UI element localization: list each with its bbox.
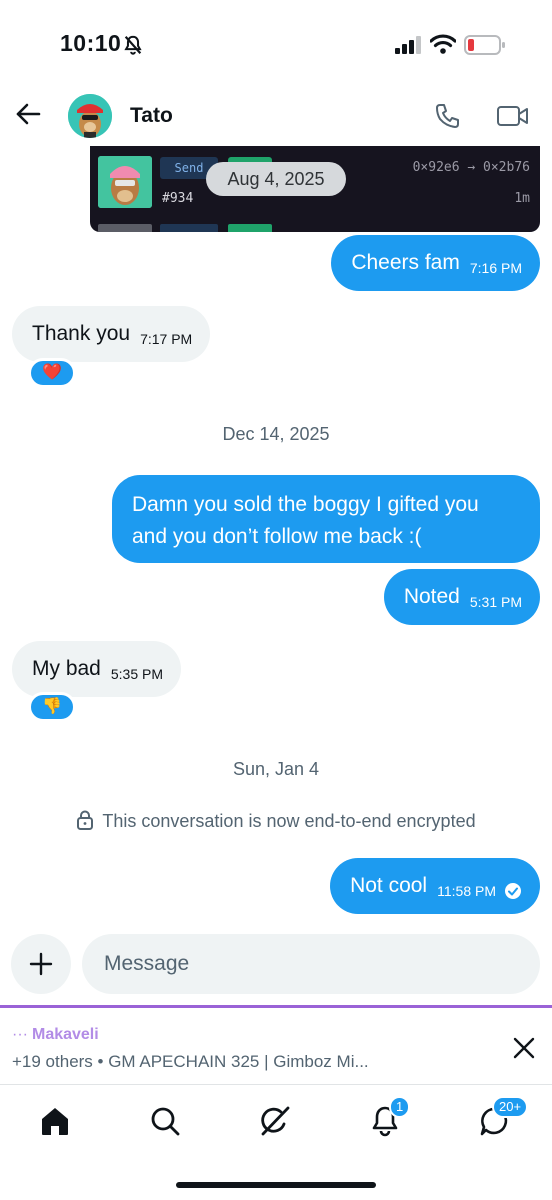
message-time: 5:35 PM	[110, 666, 164, 682]
bottom-navigation: 1 20+	[0, 1086, 552, 1200]
status-time: 10:10	[60, 30, 122, 56]
search-icon[interactable]	[148, 1104, 182, 1138]
contact-name[interactable]: Tato	[130, 104, 173, 128]
nft-transfer-addresses: 0×92e6 → 0×2b76	[412, 160, 530, 175]
outgoing-message[interactable]: Not cool 11:58 PM	[330, 858, 540, 914]
message-text-line: and you don’t follow me back :(	[132, 525, 422, 548]
read-check-icon	[505, 883, 521, 899]
notifications-badge: 1	[389, 1096, 411, 1118]
message-time: 7:17 PM	[140, 331, 193, 347]
thumbs-down-reaction[interactable]: 👎	[28, 692, 76, 722]
nft-token-id: #934	[162, 191, 194, 206]
message-text: My bad	[32, 657, 101, 680]
conversation-thread[interactable]: Send #934 0×92e6 → 0×2b76 1m Aug 4, 2025…	[0, 144, 552, 930]
battery-low-icon	[464, 35, 505, 55]
add-attachment-button[interactable]	[11, 934, 71, 994]
encryption-notice: This conversation is now end-to-end encr…	[0, 810, 552, 832]
home-icon[interactable]	[38, 1104, 72, 1138]
outgoing-message[interactable]: Cheers fam 7:16 PM	[331, 235, 540, 291]
incoming-message[interactable]: My bad 5:35 PM	[12, 641, 182, 697]
notification-prefix: ···	[12, 1026, 28, 1043]
encryption-notice-text: This conversation is now end-to-end encr…	[102, 811, 476, 831]
phone-icon[interactable]	[434, 102, 462, 130]
message-time: 5:31 PM	[469, 594, 522, 610]
incoming-message[interactable]: Thank you 7:17 PM	[12, 306, 211, 362]
plus-icon	[29, 952, 53, 976]
message-text: Not cool	[350, 874, 428, 897]
home-indicator	[176, 1182, 376, 1188]
date-separator: Dec 14, 2025	[222, 424, 330, 444]
message-input[interactable]	[82, 934, 540, 994]
nft-thumbnail	[98, 156, 152, 208]
date-separator: Sun, Jan 4	[232, 759, 320, 779]
wifi-icon	[430, 34, 456, 54]
notification-sender: Makaveli	[31, 1026, 99, 1043]
message-text: Noted	[403, 585, 460, 608]
signal-icon	[395, 36, 421, 54]
video-icon[interactable]	[496, 104, 530, 128]
message-time: 11:58 PM	[437, 883, 496, 899]
avatar[interactable]	[68, 94, 112, 138]
notification-text: +19 others • GM APECHAIN 325 | Gimboz Mi…	[12, 1052, 369, 1071]
lock-icon	[77, 810, 94, 830]
message-composer	[0, 930, 552, 1000]
bell-slash-icon	[124, 35, 142, 55]
outgoing-message[interactable]: Damn you sold the boggy I gifted you and…	[112, 475, 540, 563]
message-text: Thank you	[32, 322, 131, 345]
message-time: 7:16 PM	[469, 260, 522, 276]
messages-badge: 20+	[492, 1096, 529, 1118]
message-text-line: Damn you sold the boggy I gifted you	[132, 493, 479, 516]
nft-next-row-strip	[90, 224, 540, 232]
close-icon[interactable]	[512, 1036, 536, 1060]
message-text: Cheers fam	[351, 251, 460, 274]
floating-date-pill: Aug 4, 2025	[206, 162, 346, 196]
outgoing-message[interactable]: Noted 5:31 PM	[383, 569, 540, 625]
back-arrow-icon[interactable]	[14, 100, 42, 128]
grok-icon[interactable]	[258, 1104, 292, 1138]
notification-title: ··· Makaveli	[12, 1026, 99, 1044]
heart-reaction[interactable]: ❤️	[28, 358, 76, 388]
nft-age: 1m	[514, 191, 530, 206]
notification-banner[interactable]: ··· Makaveli +19 others • GM APECHAIN 325…	[0, 1005, 552, 1085]
status-bar: 10:10	[0, 0, 552, 90]
conversation-header: Tato	[0, 90, 552, 144]
